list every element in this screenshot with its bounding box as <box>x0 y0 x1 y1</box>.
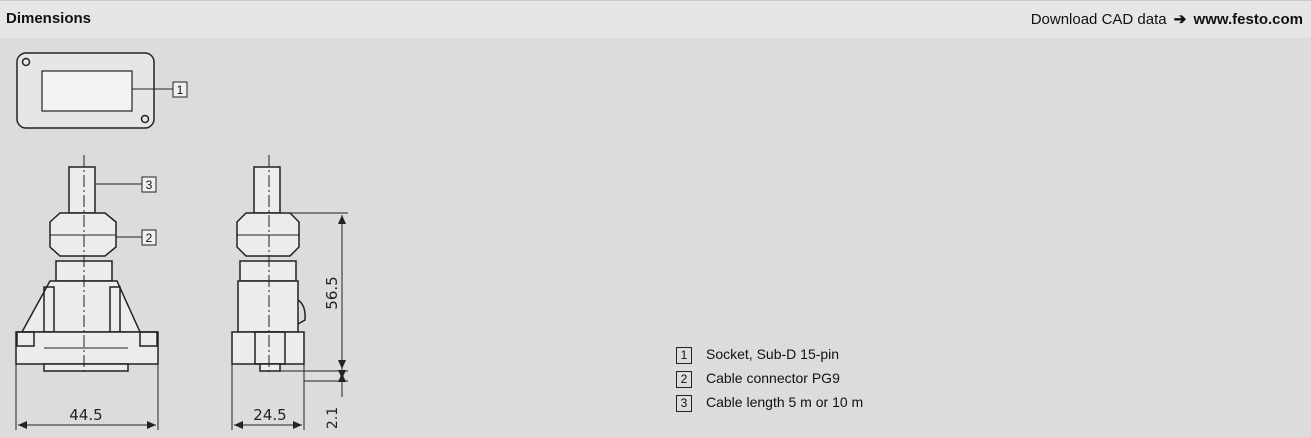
callout-2-number: 2 <box>146 231 153 245</box>
dimension-offset: 2.1 <box>280 355 348 429</box>
cad-download[interactable]: Download CAD data ➔ www.festo.com <box>1031 10 1303 28</box>
legend-number: 2 <box>676 371 692 388</box>
legend-text: Cable length 5 m or 10 m <box>706 394 864 410</box>
dimension-drawing: 1 3 2 44.5 24.5 56.5 2.1 <box>15 52 348 430</box>
dimension-width-front: 44.5 <box>15 364 159 430</box>
dimension-width-side: 24.5 <box>231 364 305 430</box>
dimension-height-label: 56.5 <box>323 276 341 309</box>
callout-2: 2 <box>116 229 157 246</box>
dimension-offset-label: 2.1 <box>325 407 341 429</box>
legend-number: 3 <box>676 395 692 412</box>
connector-front-view <box>15 166 159 372</box>
callout-3: 3 <box>95 176 157 193</box>
dimension-width-side-label: 24.5 <box>253 406 286 424</box>
dimension-width-front-label: 44.5 <box>69 406 102 424</box>
arrow-icon: ➔ <box>1173 11 1187 28</box>
download-link[interactable]: www.festo.com <box>1194 11 1303 28</box>
callout-3-number: 3 <box>146 178 153 192</box>
section-title: Dimensions <box>6 10 92 27</box>
socket-top-view <box>16 52 155 129</box>
callout-1-number: 1 <box>177 83 184 97</box>
legend-text: Socket, Sub-D 15-pin <box>706 346 840 362</box>
download-label: Download CAD data <box>1030 11 1167 28</box>
legend-text: Cable connector PG9 <box>706 370 840 386</box>
section-header: Dimensions Download CAD data ➔ www.festo… <box>0 0 1311 38</box>
legend-number: 1 <box>676 347 692 364</box>
